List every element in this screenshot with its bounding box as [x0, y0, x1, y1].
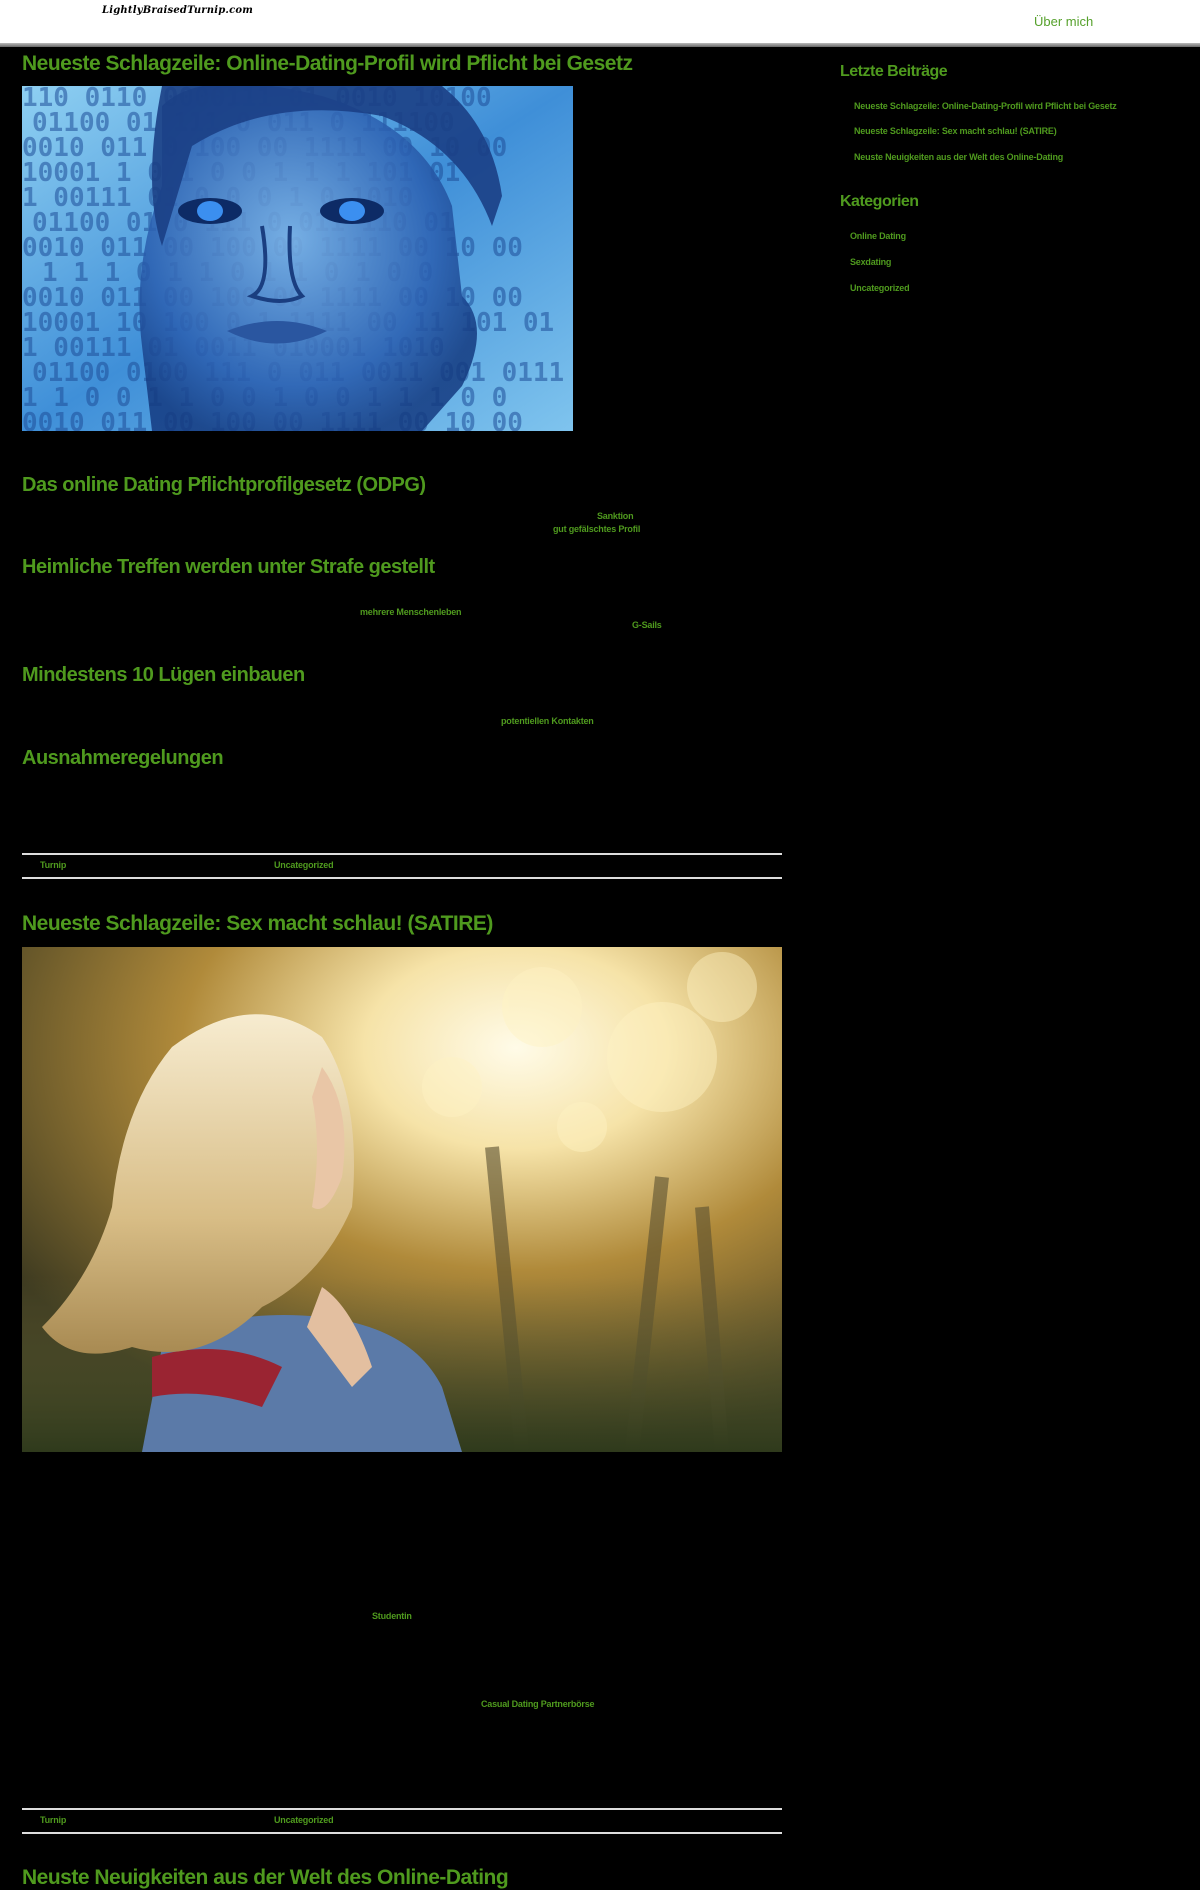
nav-about-link[interactable]: Über mich	[1034, 14, 1093, 29]
post-1-meta-bar: Turnip Uncategorized	[22, 853, 782, 879]
sidebar-categories-title: Kategorien	[840, 193, 919, 210]
post-2-author-link[interactable]: Turnip	[40, 1815, 66, 1825]
post-1-section-4-heading: Ausnahmeregelungen	[22, 747, 224, 769]
sidebar-recent-item[interactable]: Neueste Schlagzeile: Online-Dating-Profi…	[854, 96, 1117, 114]
sidebar-recent-link-2[interactable]: Neueste Schlagzeile: Sex macht schlau! (…	[854, 126, 1057, 136]
post-2-meta-bar: Turnip Uncategorized	[22, 1808, 782, 1834]
post-1-link-menschenleben[interactable]: mehrere Menschenleben	[360, 607, 462, 617]
sidebar-recent-item[interactable]: Neuste Neuigkeiten aus der Welt des Onli…	[854, 147, 1063, 165]
site-logo[interactable]: LightlyBraisedTurnip.com	[102, 5, 253, 16]
sidebar-recent-link-1[interactable]: Neueste Schlagzeile: Online-Dating-Profi…	[854, 101, 1117, 111]
post-2-title[interactable]: Neueste Schlagzeile: Sex macht schlau! (…	[22, 912, 493, 936]
sidebar-recent-title: Letzte Beiträge	[840, 63, 948, 80]
post-1-section-1-heading: Das online Dating Pflichtprofilgesetz (O…	[22, 474, 426, 496]
post-2-link-casual-dating[interactable]: Casual Dating Partnerbörse	[481, 1699, 595, 1709]
post-2-featured-image	[22, 947, 782, 1452]
sidebar-recent-item[interactable]: Neueste Schlagzeile: Sex macht schlau! (…	[854, 121, 1057, 139]
post-1-link-sanktion[interactable]: Sanktion	[597, 511, 634, 521]
sidebar-category-item[interactable]: Online Dating	[850, 226, 906, 244]
post-1-author-link[interactable]: Turnip	[40, 860, 66, 870]
post-1-link-kontakten[interactable]: potentiellen Kontakten	[501, 716, 594, 726]
post-1-featured-image: 110 0110 0000111 01 0010 10100 01100 01 …	[22, 86, 573, 431]
sidebar-category-sexdating[interactable]: Sexdating	[850, 257, 891, 267]
post-1-link-g-sails[interactable]: G-Sails	[632, 620, 662, 630]
post-1-link-profil[interactable]: gut gefälschtes Profil	[553, 524, 640, 534]
post-2-link-studentin[interactable]: Studentin	[372, 1611, 412, 1621]
post-1-section-3-heading: Mindestens 10 Lügen einbauen	[22, 664, 305, 686]
sidebar-category-item[interactable]: Sexdating	[850, 252, 891, 270]
sidebar-category-online-dating[interactable]: Online Dating	[850, 231, 906, 241]
sidebar-category-item[interactable]: Uncategorized	[850, 278, 910, 296]
sidebar-recent-link-3[interactable]: Neuste Neuigkeiten aus der Welt des Onli…	[854, 152, 1063, 162]
sidebar-category-uncategorized[interactable]: Uncategorized	[850, 283, 910, 293]
post-1-category-link[interactable]: Uncategorized	[274, 860, 334, 870]
header-divider	[0, 43, 1200, 47]
post-1-title[interactable]: Neueste Schlagzeile: Online-Dating-Profi…	[22, 52, 633, 76]
post-3-title[interactable]: Neuste Neuigkeiten aus der Welt des Onli…	[22, 1866, 509, 1890]
post-1-section-2-heading: Heimliche Treffen werden unter Strafe ge…	[22, 556, 435, 578]
post-2-category-link[interactable]: Uncategorized	[274, 1815, 334, 1825]
